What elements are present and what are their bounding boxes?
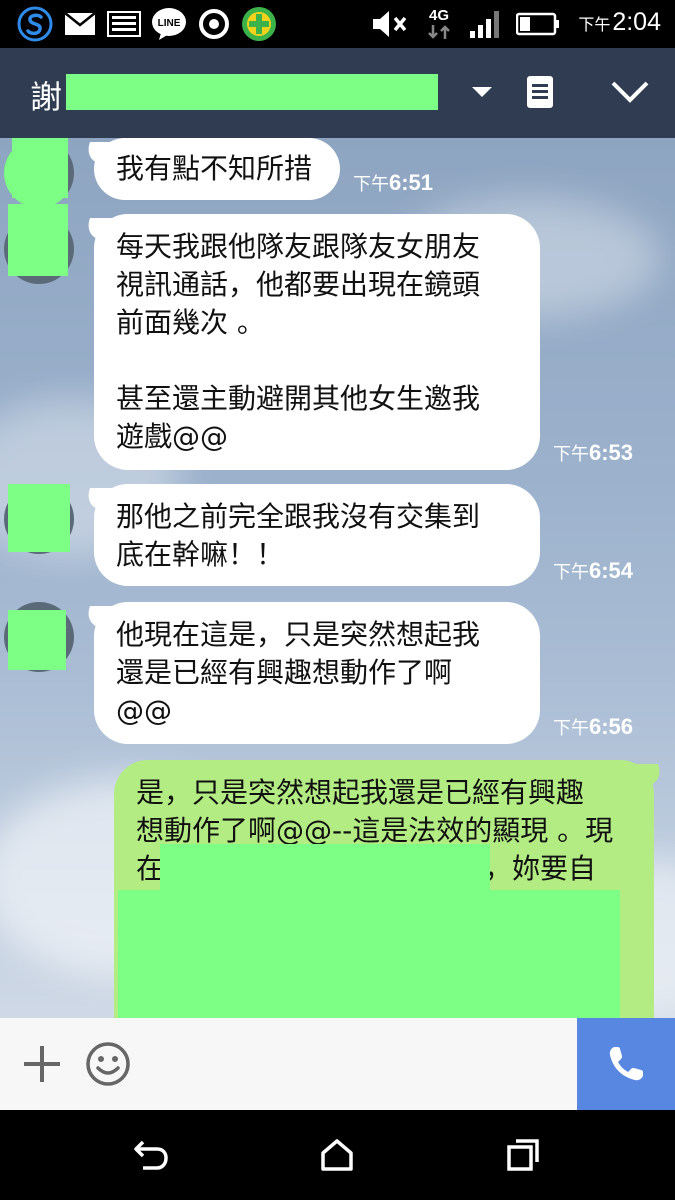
message-timestamp: 下午6:53 [553, 440, 633, 466]
line-app-icon: LINE [150, 6, 188, 42]
timestamp-time: 6:56 [589, 714, 634, 739]
collapse-chevron-icon[interactable] [606, 68, 654, 116]
mail-icon [62, 6, 98, 42]
message-text [116, 342, 518, 380]
timestamp-prefix: 下午 [553, 444, 589, 464]
message-text: 甚至還主動避開其他女生邀我 [116, 382, 481, 415]
message-text: 遊戲@@ [116, 420, 229, 453]
message-timestamp: 下午6:51 [353, 170, 433, 196]
image-icon [106, 6, 142, 42]
redacted-avatar [8, 484, 70, 552]
clock-time: 2:04 [612, 8, 661, 36]
message-bubble[interactable]: 我有點不知所措 [81, 138, 340, 200]
message-text: 我有點不知所措 [116, 152, 313, 185]
signal-icon [466, 6, 506, 42]
message-text: @@ [116, 694, 172, 727]
bubble-tail [629, 764, 667, 786]
chat-area[interactable]: 我有點不知所措 下午6:51 每天我跟他隊友跟隊友女朋友 視訊通話，他都要出現在… [0, 138, 675, 1018]
emoji-icon[interactable] [78, 1034, 138, 1094]
target-icon [196, 6, 232, 42]
plus-app-icon [240, 6, 278, 42]
redacted-avatar [8, 204, 68, 276]
message-text: 還是已經有興趣想動作了啊 [116, 656, 453, 689]
message-bubble[interactable]: 那他之前完全跟我沒有交集到 底在幹嘛！！ [81, 484, 540, 586]
notes-icon[interactable] [516, 68, 564, 116]
home-icon[interactable] [312, 1130, 362, 1180]
input-bar [0, 1018, 675, 1110]
mute-icon [370, 6, 410, 42]
redacted-text [118, 890, 620, 1018]
status-bar: LINE 4G 下午2:04 [0, 0, 675, 48]
message-text: 每天我跟他隊友跟隊友女朋友 [116, 230, 481, 263]
redacted-avatar [12, 138, 68, 198]
timestamp-prefix: 下午 [553, 718, 589, 738]
call-button[interactable] [577, 1018, 675, 1110]
message-text: 是，只是突然想起我還是已經有興趣 [136, 776, 585, 809]
battery-icon [514, 6, 562, 42]
add-icon[interactable] [12, 1034, 72, 1094]
recents-icon[interactable] [498, 1130, 548, 1180]
swift-s-icon [16, 6, 54, 42]
message-text: 他現在這是，只是突然想起我 [116, 618, 481, 651]
network-label: 4G [428, 7, 449, 24]
message-text: 視訊通話，他都要出現在鏡頭 [116, 268, 481, 301]
bubble-tail [81, 218, 119, 240]
message-bubble[interactable]: 每天我跟他隊友跟隊友女朋友 視訊通話，他都要出現在鏡頭 前面幾次 。 甚至還主動… [81, 214, 540, 470]
bubble-tail [81, 606, 119, 628]
message-bubble[interactable]: 他現在這是，只是突然想起我 還是已經有興趣想動作了啊 @@ [81, 602, 540, 744]
message-timestamp: 下午6:54 [553, 558, 633, 584]
bubble-tail [81, 142, 119, 164]
timestamp-prefix: 下午 [553, 562, 589, 582]
timestamp-prefix: 下午 [353, 174, 389, 194]
chat-header: 謝 [0, 48, 675, 138]
phone-call-icon [606, 1044, 646, 1084]
redacted-text [160, 844, 490, 890]
chat-title[interactable]: 謝 [30, 72, 62, 118]
back-icon[interactable] [126, 1130, 176, 1180]
navigation-bar [0, 1110, 675, 1200]
dropdown-arrow-icon[interactable] [458, 68, 506, 116]
clock: 下午2:04 [578, 8, 661, 37]
timestamp-time: 6:53 [589, 440, 634, 465]
clock-prefix: 下午 [578, 17, 611, 34]
message-text: 那他之前完全跟我沒有交集到 [116, 500, 481, 533]
timestamp-time: 6:51 [389, 170, 434, 195]
timestamp-time: 6:54 [589, 558, 634, 583]
message-text: 底在幹嘛！！ [116, 538, 285, 571]
line-app-label: LINE [158, 18, 181, 29]
redacted-avatar [8, 610, 66, 670]
message-timestamp: 下午6:56 [553, 714, 633, 740]
network-type: 4G [420, 6, 458, 42]
message-text: 前面幾次 。 [116, 306, 265, 339]
redacted-name [66, 74, 438, 110]
chat-title-char: 謝 [30, 78, 63, 116]
